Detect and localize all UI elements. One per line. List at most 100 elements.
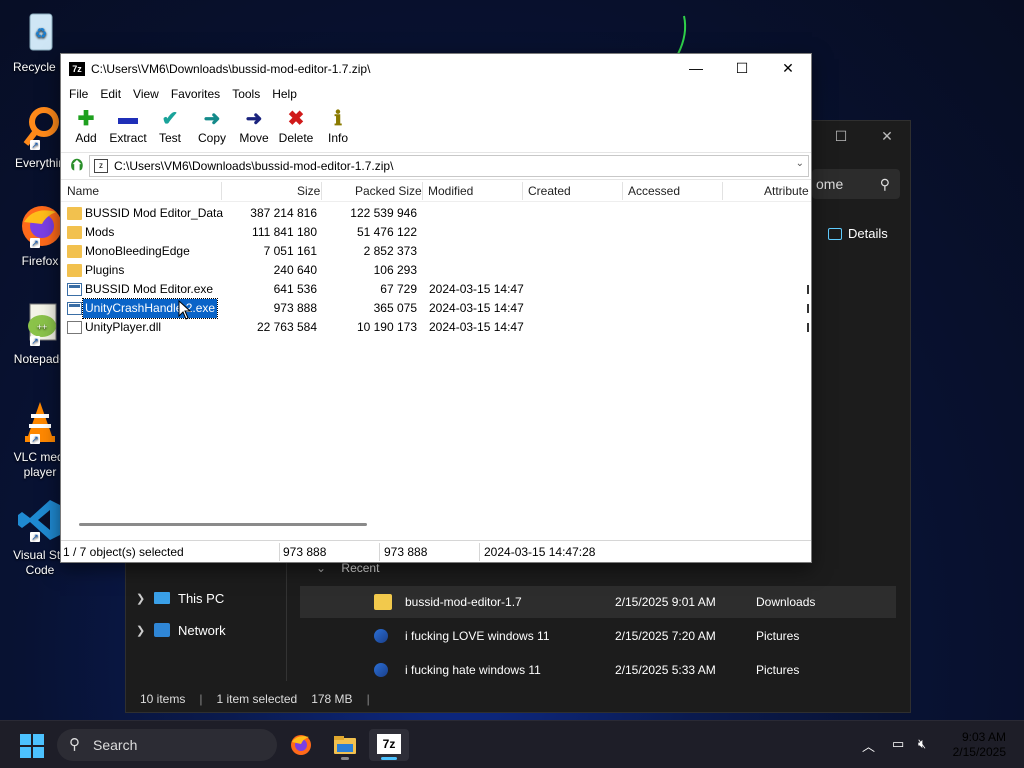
up-folder-icon[interactable]: ⮉ [65, 157, 89, 175]
file-size: 7 051 161 [263, 244, 317, 258]
this-pc-icon [154, 592, 170, 604]
file-size: 973 888 [273, 301, 317, 315]
file-row[interactable]: UnityPlayer.dll 22 763 584 10 190 173 20… [63, 318, 813, 337]
file-packed-size: 10 190 173 [356, 320, 417, 334]
chevron-down-icon: ⌄ [316, 561, 327, 575]
menu-view[interactable]: View [127, 87, 165, 101]
toolbar-label: Move [239, 131, 269, 145]
running-indicator [381, 757, 397, 760]
test-button[interactable]: ✔ Test [149, 105, 191, 146]
close-icon[interactable]: ✕ [864, 121, 910, 151]
column-header-size[interactable]: Size [297, 180, 320, 202]
address-combobox[interactable]: z C:\Users\VM6\Downloads\bussid-mod-edit… [89, 155, 809, 177]
horizontal-scrollbar[interactable] [61, 518, 811, 532]
maximize-icon[interactable]: ☐ [719, 54, 765, 83]
taskbar-search-box[interactable]: ⚲ Search [57, 729, 277, 761]
menu-help[interactable]: Help [266, 87, 303, 101]
svg-text:♻: ♻ [35, 25, 48, 41]
search-icon[interactable]: ⚲ [880, 169, 890, 199]
file-row-selected[interactable]: UnityCrashHandle 2.exe 973 888 365 075 2… [63, 298, 813, 319]
volume-muted-icon[interactable]: 🔇︎ [918, 736, 926, 752]
status-separator: | [199, 692, 203, 706]
column-header-attributes[interactable]: Attribute [764, 180, 809, 202]
file-name: Mods [85, 225, 115, 239]
menu-edit[interactable]: Edit [94, 87, 127, 101]
clock-date: 2/15/2025 [952, 745, 1006, 759]
file-row[interactable]: MonoBleedingEdge 7 051 161 2 852 373 [63, 242, 813, 261]
chevron-up-icon[interactable]: ︿ [862, 736, 875, 755]
column-divider[interactable] [522, 182, 523, 200]
recent-file-row[interactable]: i fucking LOVE windows 11 2/15/2025 7:20… [300, 620, 896, 652]
details-button[interactable]: Details [828, 226, 888, 241]
column-header-packed-size[interactable]: Packed Size [355, 180, 422, 202]
chevron-right-icon[interactable]: ❯ [136, 592, 146, 605]
status-divider [379, 543, 380, 561]
chevron-right-icon[interactable]: ❯ [136, 624, 146, 637]
recent-file-date: 2/15/2025 5:33 AM [615, 663, 716, 677]
everything-search-icon: ↗ [16, 104, 64, 152]
extract-button[interactable]: ▬ Extract [107, 105, 149, 146]
file-name: MonoBleedingEdge [85, 244, 190, 258]
nav-item-network[interactable]: ❯ Network [136, 617, 226, 643]
explorer-search-box[interactable]: ome ⚲ [812, 169, 900, 199]
toolbar-label: Add [75, 131, 97, 145]
column-header-modified[interactable]: Modified [428, 180, 473, 202]
address-path: C:\Users\VM6\Downloads\bussid-mod-editor… [114, 159, 394, 173]
test-icon: ✔ [161, 107, 179, 130]
toolbar-label: Copy [197, 131, 226, 145]
column-divider[interactable] [622, 182, 623, 200]
recent-file-row[interactable]: i fucking hate windows 11 2/15/2025 5:33… [300, 654, 896, 686]
details-label: Details [848, 226, 888, 241]
copy-button[interactable]: ➜ Copy [191, 105, 233, 146]
recent-file-row[interactable]: bussid-mod-editor-1.7 2/15/2025 9:01 AM … [300, 586, 896, 618]
column-divider[interactable] [221, 182, 222, 200]
menu-tools[interactable]: Tools [226, 87, 266, 101]
column-header-created[interactable]: Created [528, 180, 571, 202]
taskbar-app-firefox[interactable] [281, 729, 321, 761]
taskbar-search-placeholder: Search [93, 737, 138, 753]
file-row[interactable]: Plugins 240 640 106 293 [63, 261, 813, 280]
minimize-icon[interactable]: — [673, 54, 719, 83]
recent-file-location: Pictures [756, 629, 800, 643]
file-row[interactable]: BUSSID Mod Editor_Data 387 214 816 122 5… [63, 204, 813, 223]
info-button[interactable]: ℹ Info [317, 105, 359, 146]
network-status-icon[interactable]: ▭ [892, 736, 904, 752]
file-name: BUSSID Mod Editor_Data [85, 206, 224, 220]
delete-icon: ✖ [287, 107, 305, 130]
scrollbar-thumb[interactable] [79, 523, 367, 526]
start-button[interactable] [20, 734, 44, 758]
toolbar-label: Info [327, 131, 348, 145]
file-modified: 2024-03-15 14:47 [429, 301, 524, 315]
taskbar-app-7zip[interactable]: 7z [369, 729, 409, 761]
close-icon[interactable]: ✕ [765, 54, 811, 83]
maximize-icon[interactable]: ☐ [818, 121, 864, 151]
nav-item-this-pc[interactable]: ❯ This PC [136, 585, 224, 611]
7zip-window[interactable]: 7z C:\Users\VM6\Downloads\bussid-mod-edi… [60, 53, 812, 563]
column-divider[interactable] [722, 182, 723, 200]
menu-favorites[interactable]: Favorites [165, 87, 226, 101]
file-size: 111 841 180 [252, 225, 317, 239]
column-header-accessed[interactable]: Accessed [628, 180, 680, 202]
menu-file[interactable]: File [63, 87, 94, 101]
column-divider[interactable] [422, 182, 423, 200]
taskbar-clock[interactable]: 9:03 AM 2/15/2025 [936, 730, 1006, 760]
delete-button[interactable]: ✖ Delete [275, 105, 317, 146]
column-header-name[interactable]: Name [67, 180, 99, 202]
status-item-count: 10 items [140, 692, 186, 706]
taskbar-app-file-explorer[interactable] [325, 729, 365, 761]
taskbar: ⚲ Search 7z ︿ ▭ 🔇︎ 9:03 AM 2/15/2025 [0, 720, 1024, 768]
add-button[interactable]: ✚ Add [65, 105, 107, 146]
chevron-down-icon[interactable]: ⌄ [796, 158, 804, 169]
file-row[interactable]: Mods 111 841 180 51 476 122 [63, 223, 813, 242]
recent-file-date: 2/15/2025 9:01 AM [615, 595, 716, 609]
status-selection: 1 / 7 object(s) selected [63, 545, 184, 559]
details-pane-icon [828, 227, 842, 240]
7zip-title-bar[interactable]: 7z C:\Users\VM6\Downloads\bussid-mod-edi… [61, 54, 811, 83]
running-indicator [341, 757, 349, 760]
recent-file-name: i fucking hate windows 11 [405, 663, 541, 677]
file-row[interactable]: BUSSID Mod Editor.exe 641 536 67 729 202… [63, 280, 813, 299]
move-button[interactable]: ➜ Move [233, 105, 275, 146]
wallpaper-accent [677, 15, 687, 55]
recent-section-header[interactable]: ⌄ Recent [316, 561, 379, 575]
column-divider[interactable] [321, 182, 322, 200]
